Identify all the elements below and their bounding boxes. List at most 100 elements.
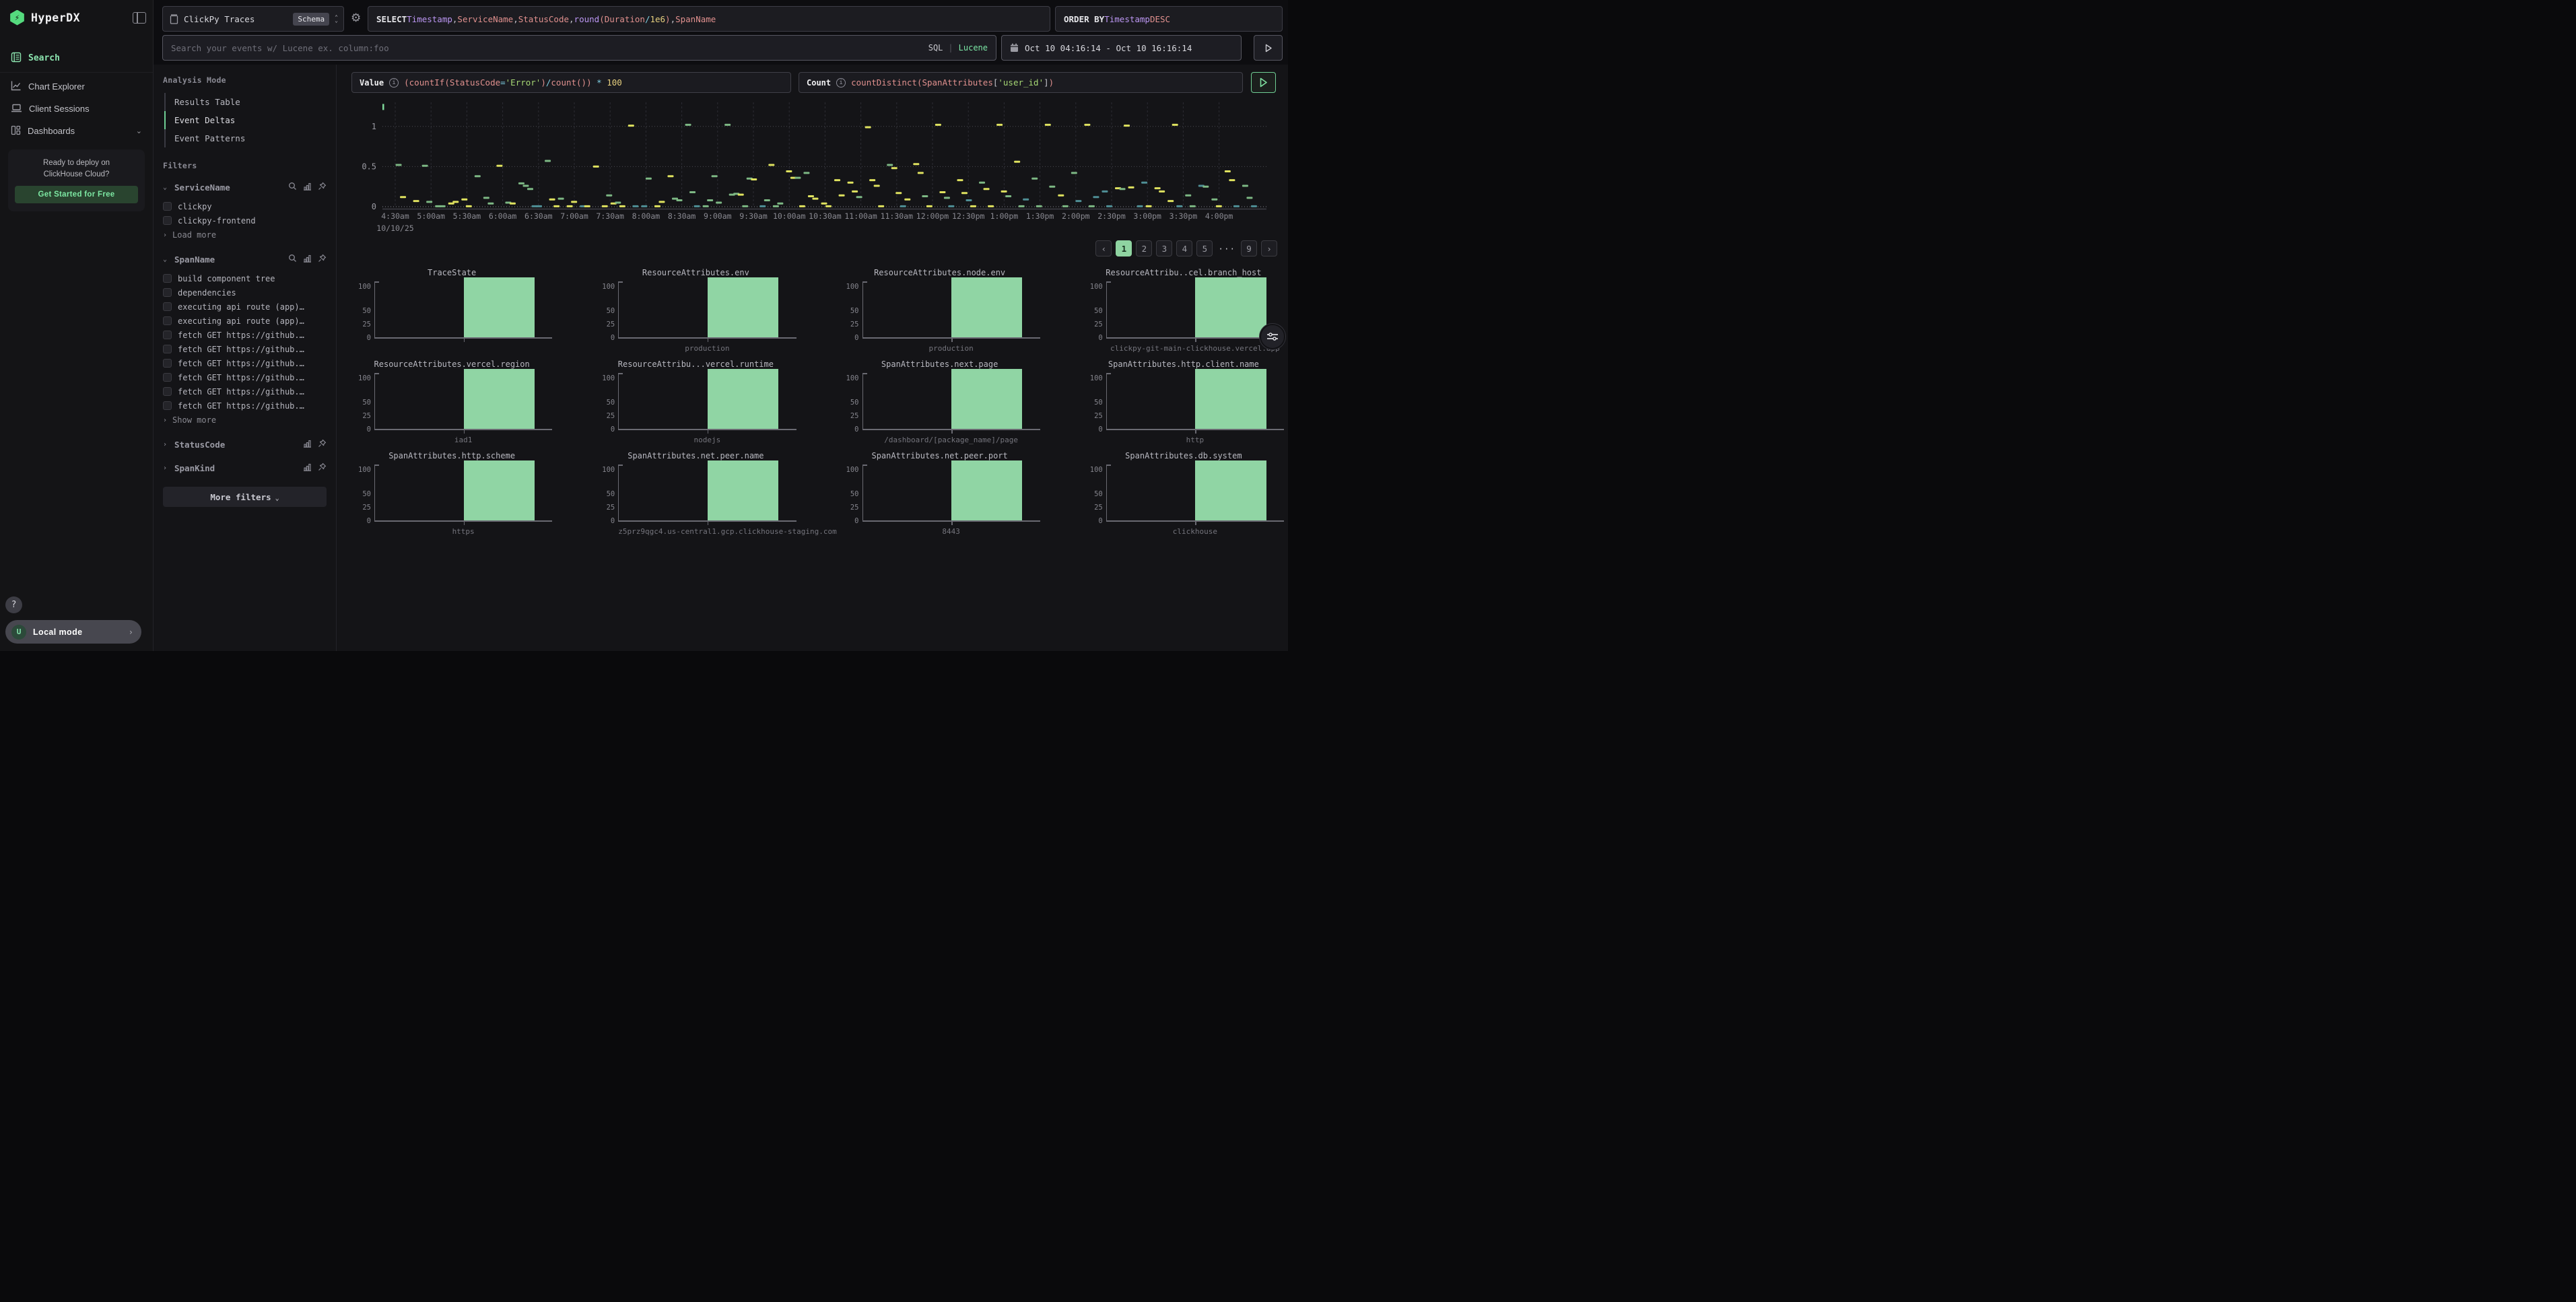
value-expression-input[interactable]: Value i (countIf(StatusCode='Error')/cou…: [351, 72, 791, 93]
sql-mode-button[interactable]: SQL: [928, 43, 943, 53]
sidebar-collapse-icon[interactable]: [133, 12, 146, 24]
bar-chart-icon[interactable]: [303, 440, 312, 450]
attribute-chart-plot: 10050250: [1106, 465, 1284, 522]
analysis-mode-results-table[interactable]: Results Table: [164, 93, 327, 111]
local-mode-button[interactable]: U Local mode ›: [5, 620, 141, 644]
filter-option[interactable]: fetch GET https://github.…: [163, 328, 327, 342]
search-run-button[interactable]: [1254, 35, 1283, 61]
bar-chart-icon[interactable]: [303, 463, 312, 473]
filter-group-header[interactable]: › StatusCode: [163, 438, 327, 451]
checkbox[interactable]: [163, 401, 172, 410]
checkbox[interactable]: [163, 373, 172, 382]
gear-icon[interactable]: ⚙: [351, 11, 361, 25]
checkbox[interactable]: [163, 202, 172, 211]
y-tick-label: 50: [1094, 490, 1103, 498]
chevron-right-icon: ›: [163, 441, 170, 448]
filter-group-header[interactable]: ⌄ ServiceName: [163, 180, 327, 194]
more-filters-button[interactable]: More filters⌄: [163, 487, 327, 507]
svg-text:0.5: 0.5: [362, 162, 376, 171]
x-tick: [708, 522, 709, 525]
date-range-picker[interactable]: Oct 10 04:16:14 - Oct 10 16:16:14: [1001, 35, 1242, 61]
pagination-page-1[interactable]: 1: [1116, 240, 1132, 256]
filter-option[interactable]: executing api route (app)…: [163, 314, 327, 328]
x-tick: [708, 430, 709, 434]
checkbox[interactable]: [163, 359, 172, 368]
svg-text:3:00pm: 3:00pm: [1133, 211, 1161, 221]
checkbox[interactable]: [163, 316, 172, 325]
source-select[interactable]: ClickPy Traces Schema ⌃⌄: [162, 6, 344, 32]
checkbox[interactable]: [163, 387, 172, 396]
chart-settings-fab[interactable]: [1260, 324, 1285, 349]
filter-group-header[interactable]: ⌄ SpanName: [163, 252, 327, 266]
schema-badge[interactable]: Schema: [293, 13, 329, 26]
metrics-run-button[interactable]: [1251, 72, 1276, 93]
filter-option[interactable]: clickpy-frontend: [163, 213, 327, 228]
checkbox[interactable]: [163, 216, 172, 225]
x-tick: [951, 339, 953, 342]
y-tick-label: 25: [850, 504, 859, 512]
filter-option[interactable]: build component tree: [163, 271, 327, 285]
y-tick-label: 25: [607, 412, 615, 420]
sidebar-item-search[interactable]: Search: [0, 47, 153, 69]
checkbox[interactable]: [163, 288, 172, 297]
y-tick-label: 100: [846, 283, 859, 291]
filter-option[interactable]: fetch GET https://github.…: [163, 399, 327, 413]
pagination-page-3[interactable]: 3: [1156, 240, 1172, 256]
attribute-chart-plot: 10050250: [618, 373, 796, 430]
count-expression-input[interactable]: Count i countDistinct(SpanAttributes['us…: [799, 72, 1243, 93]
sidebar-item-chart-explorer[interactable]: Chart Explorer: [0, 75, 153, 98]
pin-icon[interactable]: [318, 439, 327, 450]
search-icon[interactable]: [288, 254, 297, 265]
orderby-expression-input[interactable]: ORDER BY Timestamp DESC: [1055, 6, 1283, 32]
pagination-prev-button[interactable]: ‹: [1095, 240, 1112, 256]
pagination-page-5[interactable]: 5: [1196, 240, 1213, 256]
filter-option[interactable]: fetch GET https://github.…: [163, 384, 327, 399]
pagination-page-9[interactable]: 9: [1241, 240, 1257, 256]
filter-option[interactable]: dependencies: [163, 285, 327, 300]
nav-label: Dashboards: [28, 126, 75, 136]
bar-chart-icon[interactable]: [303, 182, 312, 193]
lucene-mode-button[interactable]: Lucene: [959, 43, 988, 53]
x-tick: [1195, 339, 1196, 342]
analysis-mode-event-patterns[interactable]: Event Patterns: [164, 129, 327, 147]
checkbox[interactable]: [163, 302, 172, 311]
pin-icon[interactable]: [318, 254, 327, 265]
x-tick: [708, 339, 709, 342]
filter-option[interactable]: fetch GET https://github.…: [163, 342, 327, 356]
analysis-mode-event-deltas[interactable]: Event Deltas: [164, 111, 327, 129]
filter-option[interactable]: executing api route (app)…: [163, 300, 327, 314]
pin-icon[interactable]: [318, 462, 327, 473]
filter-option[interactable]: clickpy: [163, 199, 327, 213]
bar: [464, 369, 535, 429]
bar-chart-icon[interactable]: [303, 254, 312, 265]
y-tick-label: 50: [850, 490, 859, 498]
select-expression-input[interactable]: SELECT Timestamp, ServiceName, StatusCod…: [368, 6, 1050, 32]
pagination-next-button[interactable]: ›: [1261, 240, 1277, 256]
search-icon[interactable]: [288, 182, 297, 193]
sidebar-item-client-sessions[interactable]: Client Sessions: [0, 98, 153, 120]
checkbox[interactable]: [163, 274, 172, 283]
y-tick-label: 100: [602, 283, 615, 291]
nav-label: Search: [28, 53, 60, 63]
y-tick-label: 100: [1090, 283, 1103, 291]
help-button[interactable]: ?: [5, 596, 22, 613]
filter-option[interactable]: fetch GET https://github.…: [163, 356, 327, 370]
y-tick-label: 50: [607, 307, 615, 315]
get-started-button[interactable]: Get Started for Free: [15, 186, 138, 203]
sidebar-item-dashboards[interactable]: Dashboards⌄: [0, 120, 153, 142]
search-input[interactable]: Search your events w/ Lucene ex. column:…: [162, 35, 996, 61]
filter-option[interactable]: fetch GET https://github.…: [163, 370, 327, 384]
y-tick-label: 100: [358, 374, 371, 382]
pagination-page-4[interactable]: 4: [1176, 240, 1192, 256]
filter-group-header[interactable]: › SpanKind: [163, 461, 327, 475]
show-more-link[interactable]: ›Show more: [163, 413, 327, 427]
load-more-link[interactable]: ›Load more: [163, 228, 327, 242]
filter-group-spankind: › SpanKind: [163, 461, 327, 475]
pagination-page-2[interactable]: 2: [1136, 240, 1152, 256]
checkbox[interactable]: [163, 345, 172, 353]
checkbox[interactable]: [163, 331, 172, 339]
svg-text:10/10/25: 10/10/25: [376, 224, 413, 233]
y-tick-label: 50: [362, 490, 371, 498]
pin-icon[interactable]: [318, 182, 327, 193]
x-tick: [464, 430, 465, 434]
